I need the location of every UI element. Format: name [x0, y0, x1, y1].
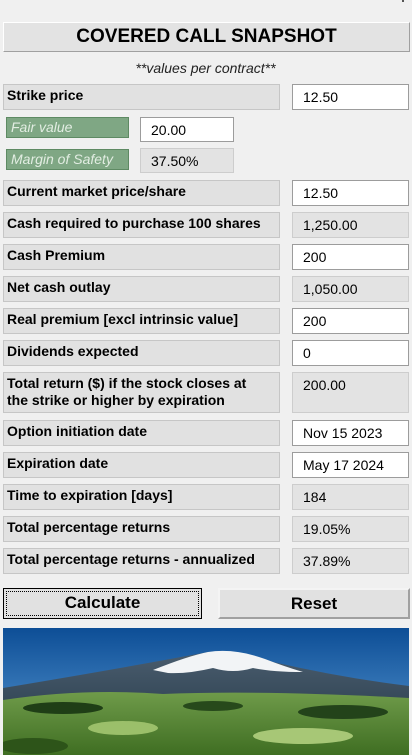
fair-value-input[interactable]: 20.00 — [140, 117, 234, 142]
strike-price-input[interactable]: 12.50 — [292, 84, 409, 110]
cash-premium-label: Cash Premium — [3, 244, 280, 270]
total-pct-return-value: 19.05% — [292, 516, 409, 542]
net-cash-outlay-value: 1,050.00 — [292, 276, 409, 302]
annualized-return-value: 37.89% — [292, 548, 409, 574]
cash-premium-input[interactable]: 200 — [292, 244, 409, 270]
expiration-date-input[interactable]: May 17 2024 — [292, 452, 409, 478]
fair-value-label: Fair value — [6, 117, 129, 138]
expiration-date-label: Expiration date — [3, 452, 280, 478]
strike-price-label: Strike price — [3, 84, 280, 110]
total-return-label-line1: Total return ($) if the stock closes at — [7, 375, 247, 391]
initiation-date-input[interactable]: Nov 15 2023 — [292, 420, 409, 446]
time-to-expiration-label: Time to expiration [days] — [3, 484, 280, 510]
corner-mark — [402, 0, 404, 2]
mountain-landscape-image — [3, 628, 409, 755]
dividends-input[interactable]: 0 — [292, 340, 409, 366]
calculate-button[interactable]: Calculate — [3, 588, 202, 619]
total-return-label-line2: the strike or higher by expiration — [7, 392, 225, 408]
current-price-input[interactable]: 12.50 — [292, 180, 409, 206]
total-pct-return-label: Total percentage returns — [3, 516, 280, 542]
current-price-label: Current market price/share — [3, 180, 280, 206]
time-to-expiration-value: 184 — [292, 484, 409, 510]
cash-required-value: 1,250.00 — [292, 212, 409, 238]
initiation-date-label: Option initiation date — [3, 420, 280, 446]
page-subtitle: **values per contract** — [135, 60, 276, 76]
real-premium-label: Real premium [excl intrinsic value] — [3, 308, 280, 334]
total-return-value: 200.00 — [292, 372, 409, 413]
total-return-label: Total return ($) if the stock closes at … — [3, 372, 280, 413]
page-title: COVERED CALL SNAPSHOT — [3, 22, 410, 52]
margin-of-safety-label: Margin of Safety — [6, 149, 129, 170]
net-cash-outlay-label: Net cash outlay — [3, 276, 280, 302]
dividends-label: Dividends expected — [3, 340, 280, 366]
real-premium-input[interactable]: 200 — [292, 308, 409, 334]
cash-required-label: Cash required to purchase 100 shares — [3, 212, 280, 238]
reset-button[interactable]: Reset — [218, 588, 410, 619]
margin-of-safety-value: 37.50% — [140, 148, 234, 173]
annualized-return-label: Total percentage returns - annualized — [3, 548, 280, 574]
